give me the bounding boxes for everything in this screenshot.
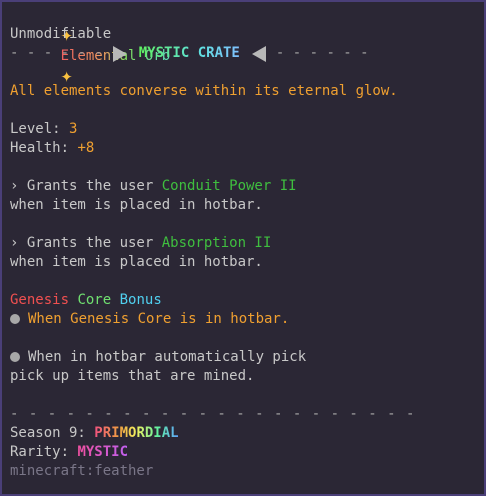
ability-1-name: Conduit Power II bbox=[161, 178, 297, 194]
crate-label: MYSTIC CRATE bbox=[138, 45, 240, 61]
bonus-line: When Genesis Core is in hotbar. bbox=[10, 310, 478, 329]
bonus-word-2: Core bbox=[77, 292, 112, 308]
bonus-text: When Genesis Core is in hotbar. bbox=[28, 311, 290, 327]
ability-1-prefix: › Grants the user bbox=[10, 178, 162, 194]
health-label: Health: bbox=[10, 140, 78, 156]
health-stat: Health: +8 bbox=[10, 139, 478, 158]
season-value: PRIMORDIAL bbox=[94, 425, 179, 441]
ability-2-name: Absorption II bbox=[161, 235, 272, 251]
perk-text-1: When in hotbar automatically pick bbox=[28, 349, 307, 365]
level-value: 3 bbox=[69, 121, 78, 137]
level-stat: Level: 3 bbox=[10, 120, 478, 139]
perk-line-1: When in hotbar automatically pick bbox=[10, 348, 478, 367]
ability-1-suffix: when item is placed in hotbar. bbox=[10, 197, 263, 213]
ability-2: › Grants the user Absorption II bbox=[10, 234, 478, 253]
item-lore: All elements converse within its eternal… bbox=[10, 83, 398, 99]
item-title-row: ✦ Elemental Orb ✦ bbox=[10, 6, 478, 85]
rarity-row: Rarity: MYSTIC bbox=[10, 443, 478, 462]
health-value: +8 bbox=[77, 140, 95, 156]
crate-row: - - - - - - MYSTIC CRATE - - - - - - bbox=[10, 44, 478, 63]
arrow-left-icon bbox=[251, 45, 266, 62]
rarity-value: MYSTIC bbox=[77, 444, 129, 460]
bullet-icon bbox=[10, 314, 20, 324]
bonus-word-1: Genesis bbox=[10, 292, 70, 308]
season-label: Season 9: bbox=[10, 425, 95, 441]
item-tooltip: ✦ Elemental Orb ✦ Unmodifiable - - - - -… bbox=[0, 0, 486, 496]
ability-2-suffix: when item is placed in hotbar. bbox=[10, 254, 263, 270]
ability-2-prefix: › Grants the user bbox=[10, 235, 162, 251]
bonus-word-3: Bonus bbox=[119, 292, 162, 308]
item-modifier: Unmodifiable bbox=[10, 26, 112, 42]
arrow-right-icon bbox=[112, 45, 127, 62]
crate-dashes-left: - - - - - - bbox=[10, 45, 103, 61]
bullet-icon bbox=[10, 352, 20, 362]
crate-dashes-right: - - - - - - bbox=[275, 45, 369, 61]
season-row: Season 9: PRIMORDIAL bbox=[10, 424, 478, 443]
rarity-label: Rarity: bbox=[10, 444, 78, 460]
ability-1: › Grants the user Conduit Power II bbox=[10, 177, 478, 196]
item-id: minecraft:feather bbox=[10, 463, 154, 479]
divider: - - - - - - - - - - - - - - - - - - - - … bbox=[10, 406, 416, 422]
perk-line-2: pick up items that are mined. bbox=[10, 368, 255, 384]
level-label: Level: bbox=[10, 121, 70, 137]
bonus-header: Genesis Core Bonus bbox=[10, 291, 478, 310]
tooltip-content: ✦ Elemental Orb ✦ Unmodifiable - - - - -… bbox=[10, 6, 478, 481]
